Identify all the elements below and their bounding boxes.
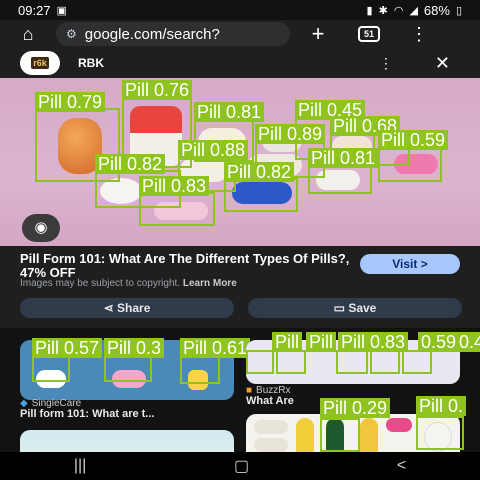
new-tab-button[interactable]: + <box>290 21 346 47</box>
url-text: google.com/search? <box>84 25 220 43</box>
result-title[interactable]: Pill Form 101: What Are The Different Ty… <box>20 252 350 280</box>
detection-label: Pill 0.57 <box>32 338 103 358</box>
detection-box <box>320 418 360 452</box>
site-logo: r6k <box>20 51 60 75</box>
detection-label: Pill 0.81 <box>194 102 265 122</box>
detection-label: Pill 0.76 <box>122 80 193 100</box>
back-icon[interactable]: < <box>397 457 406 475</box>
pill-thumbnail <box>386 418 412 432</box>
copyright-text: Images may be subject to copyright. <box>20 278 181 289</box>
detection-label: Pill 0.81 <box>308 148 379 168</box>
detection-label: 0.59 <box>418 332 460 352</box>
detection-box <box>416 416 464 450</box>
result-link-title[interactable]: Pill form 101: What are t... <box>20 408 154 420</box>
wifi-icon: ◠ <box>393 4 404 17</box>
status-bar: 09:27 ▣ ▮ ✱ ◠ ◢ 68% ▯ <box>0 0 480 20</box>
detection-box <box>370 350 400 374</box>
detection-label: Pill 0.82 <box>224 162 295 182</box>
home-nav-icon[interactable]: ▢ <box>234 456 249 476</box>
detection-label: Pill 0. <box>416 396 467 416</box>
tab-switcher-button[interactable]: 51 <box>358 26 380 42</box>
detection-label: 0.49 <box>456 332 480 352</box>
recent-apps-icon[interactable]: ||| <box>74 457 86 475</box>
pill-thumbnail <box>360 418 378 452</box>
copyright-notice: Images may be subject to copyright. Lear… <box>20 278 237 289</box>
detection-label: Pill 0.3 <box>104 338 165 358</box>
result-link-title[interactable]: What Are <box>246 395 294 407</box>
learn-more-link[interactable]: Learn More <box>183 278 237 289</box>
detection-label: Pill 0.79 <box>35 92 106 112</box>
save-button[interactable]: ▭ Save <box>248 298 462 318</box>
detection-label: Pill 0.82 <box>95 154 166 174</box>
detection-label: Pill 0.29 <box>320 398 391 418</box>
share-button[interactable]: ⋖ Share <box>20 298 234 318</box>
signal-icon: ◢ <box>409 4 418 17</box>
detection-box <box>308 164 372 194</box>
home-icon[interactable]: ⌂ <box>0 24 56 45</box>
detection-box <box>180 354 220 384</box>
pill-thumbnail <box>254 420 288 434</box>
detection-box <box>224 178 298 212</box>
hero-image[interactable]: Pill 0.79 Pill 0.76 Pill 0.81 Pill 0.45 … <box>0 78 480 246</box>
detection-box <box>402 350 432 374</box>
bookmark-icon: ▭ <box>333 301 345 315</box>
address-bar[interactable]: ⚙ google.com/search? <box>56 22 290 46</box>
battery-level: 68% <box>423 2 450 18</box>
pill-thumbnail <box>254 438 288 452</box>
detection-label: Pill 0.61 <box>180 338 251 358</box>
lock-icon: ▮ <box>366 4 373 17</box>
system-navigation-bar: ||| ▢ < <box>0 452 480 480</box>
detection-label: Pill 0.83 <box>139 176 210 196</box>
save-label: Save <box>348 301 377 315</box>
google-lens-icon[interactable]: ◉ <box>22 214 60 242</box>
detection-label: Pill 0.88 <box>178 140 249 160</box>
detection-label: Pill 0.83 <box>338 332 409 352</box>
result-info-panel: Pill Form 101: What Are The Different Ty… <box>0 246 480 328</box>
close-icon[interactable]: ✕ <box>435 53 450 74</box>
site-name: RBK <box>78 56 104 70</box>
bluetooth-icon: ✱ <box>378 4 388 17</box>
detection-box <box>32 354 70 382</box>
detection-box <box>378 148 442 182</box>
gallery-notification-icon: ▣ <box>56 4 67 17</box>
site-settings-icon[interactable]: ⚙ <box>66 27 77 41</box>
detection-box <box>246 350 274 374</box>
battery-icon: ▯ <box>455 4 462 17</box>
share-label: Share <box>117 301 151 315</box>
browser-menu-icon[interactable]: ⋮ <box>410 24 428 45</box>
detection-box <box>276 350 306 374</box>
status-time: 09:27 <box>18 2 51 18</box>
visit-button[interactable]: Visit > <box>360 254 460 274</box>
detection-label: Pill <box>272 332 303 352</box>
more-options-icon[interactable]: ⋮ <box>379 55 393 72</box>
pill-thumbnail <box>296 418 314 452</box>
detection-box <box>336 350 368 374</box>
detection-box <box>139 192 215 226</box>
share-icon: ⋖ <box>103 301 114 315</box>
detection-label: Pill 0.59 <box>378 130 449 150</box>
detection-box <box>104 354 152 382</box>
site-header: r6k RBK ⋮ ✕ <box>0 48 480 78</box>
detection-label: Pill 0.89 <box>255 124 326 144</box>
related-image-card[interactable] <box>20 430 234 452</box>
related-results: Pill 0.57 Pill 0.3 Pill 0.61 Pill Pill P… <box>0 328 480 452</box>
detection-label: Pill <box>306 332 337 352</box>
browser-toolbar: ⌂ ⚙ google.com/search? + 51 ⋮ <box>0 20 480 48</box>
